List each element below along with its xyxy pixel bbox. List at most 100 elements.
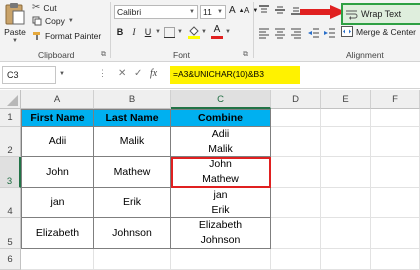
shrink-font-button[interactable]: A ▼ — [244, 6, 258, 15]
column-header-d[interactable]: D — [271, 90, 321, 109]
font-size-value: 11 — [203, 7, 212, 17]
paste-label: Paste — [4, 27, 26, 37]
row-header-5[interactable]: 5 — [0, 218, 21, 249]
dialog-launcher-icon[interactable]: ⧉ — [243, 51, 248, 59]
formula-input[interactable]: =A3&UNICHAR(10)&B3 — [170, 66, 300, 84]
empty-cell[interactable] — [321, 109, 371, 127]
table-cell[interactable]: Adii Malik — [171, 127, 271, 157]
row-number: 5 — [7, 237, 13, 248]
empty-cell[interactable] — [271, 127, 321, 157]
clipboard-group-label: Clipboard — [38, 50, 75, 60]
row-header-4[interactable]: 4 — [0, 188, 21, 218]
column-header-b[interactable]: B — [94, 90, 171, 109]
table-cell[interactable]: jan Erik — [171, 188, 271, 218]
column-header-e[interactable]: E — [321, 90, 371, 109]
cut-button[interactable]: ✂ Cut — [32, 2, 57, 13]
cut-label: Cut — [43, 2, 57, 13]
empty-cell[interactable] — [171, 249, 271, 270]
align-top-icon[interactable] — [258, 4, 270, 16]
chevron-down-icon[interactable]: ▼ — [155, 29, 161, 35]
column-header-a[interactable]: A — [21, 90, 94, 109]
empty-cell[interactable] — [94, 249, 171, 270]
merge-cells-icon — [341, 26, 353, 37]
chevron-down-icon[interactable]: ▼ — [201, 29, 207, 35]
empty-cell[interactable] — [371, 218, 420, 249]
cancel-button[interactable]: ✕ — [118, 68, 126, 79]
empty-cell[interactable] — [271, 188, 321, 218]
font-color-icon[interactable]: A — [211, 24, 223, 39]
underline-button[interactable]: U — [142, 26, 154, 39]
active-cell[interactable]: John Mathew — [171, 157, 271, 188]
empty-cell[interactable] — [21, 249, 94, 270]
empty-cell[interactable] — [371, 249, 420, 270]
empty-cell[interactable] — [371, 188, 420, 218]
table-cell[interactable]: Malik — [94, 127, 171, 157]
select-all-button[interactable] — [0, 90, 21, 109]
empty-cell[interactable] — [321, 218, 371, 249]
empty-cell[interactable] — [271, 218, 321, 249]
table-cell[interactable]: Adii — [21, 127, 94, 157]
row-header-1[interactable]: 1 — [0, 109, 21, 127]
wrap-text-button[interactable]: Wrap Text — [341, 3, 420, 25]
empty-cell[interactable] — [371, 157, 420, 188]
align-center-icon[interactable] — [274, 27, 286, 39]
table-cell[interactable]: jan — [21, 188, 94, 218]
align-middle-icon[interactable] — [274, 4, 286, 16]
name-box[interactable]: C3 — [2, 66, 56, 84]
row-header-3[interactable]: 3 — [0, 157, 21, 188]
increase-indent-icon[interactable] — [324, 27, 336, 39]
table-header-cell[interactable]: First Name — [21, 109, 94, 127]
table-cell[interactable]: John — [21, 157, 94, 188]
table-cell[interactable]: Johnson — [94, 218, 171, 249]
dialog-launcher-icon[interactable]: ⧉ — [101, 51, 106, 59]
merge-center-button[interactable]: Merge & Center ▼ — [341, 26, 420, 37]
font-name-dropdown[interactable]: Calibri ▼ — [114, 5, 198, 19]
chevron-down-icon: ▼ — [217, 9, 223, 15]
borders-icon[interactable] — [164, 27, 175, 38]
empty-cell[interactable] — [321, 127, 371, 157]
table-cell[interactable]: Erik — [94, 188, 171, 218]
copy-icon — [32, 16, 42, 26]
grow-font-label: A — [229, 5, 236, 16]
italic-button[interactable]: I — [128, 26, 140, 39]
empty-cell[interactable] — [321, 249, 371, 270]
empty-cell[interactable] — [371, 109, 420, 127]
insert-function-button[interactable]: fx — [150, 68, 157, 79]
font-group-label: Font — [173, 50, 191, 60]
chevron-down-icon[interactable]: ▼ — [68, 18, 74, 24]
column-header-c[interactable]: C — [171, 90, 271, 109]
align-left-icon[interactable] — [258, 27, 270, 39]
empty-cell[interactable] — [321, 157, 371, 188]
align-right-icon[interactable] — [290, 27, 302, 39]
empty-cell[interactable] — [271, 109, 321, 127]
enter-button[interactable]: ✓ — [134, 68, 142, 79]
table-cell[interactable]: Elizabeth — [21, 218, 94, 249]
paste-button[interactable]: Paste ▼ — [4, 2, 26, 44]
column-header-f[interactable]: F — [371, 90, 420, 109]
fill-color-icon[interactable] — [188, 25, 200, 39]
table-header-cell[interactable]: Last Name — [94, 109, 171, 127]
ribbon: Paste ▼ ✂ Cut Copy ▼ Format Painter Clip… — [0, 0, 420, 62]
empty-cell[interactable] — [321, 188, 371, 218]
empty-cell[interactable] — [271, 157, 321, 188]
row-number: 6 — [7, 254, 13, 265]
empty-cell[interactable] — [371, 127, 420, 157]
row-header-6[interactable]: 6 — [0, 249, 21, 270]
decrease-indent-icon[interactable] — [308, 27, 320, 39]
merge-center-label: Merge & Center — [356, 26, 416, 37]
wrap-text-label: Wrap Text — [361, 9, 402, 19]
grow-font-button[interactable]: A ▲ — [229, 5, 245, 16]
chevron-down-icon[interactable]: ▼ — [225, 29, 231, 35]
row-header-2[interactable]: 2 — [0, 127, 21, 157]
table-cell[interactable]: Elizabeth Johnson — [171, 218, 271, 249]
table-header-cell[interactable]: Combine — [171, 109, 271, 127]
copy-button[interactable]: Copy ▼ — [32, 16, 74, 26]
chevron-down-icon[interactable]: ▼ — [177, 29, 183, 35]
empty-cell[interactable] — [271, 249, 321, 270]
format-painter-button[interactable]: Format Painter — [32, 31, 101, 41]
table-cell[interactable]: Mathew — [94, 157, 171, 188]
chevron-down-icon[interactable]: ▼ — [59, 71, 65, 77]
bold-button[interactable]: B — [114, 26, 126, 39]
chevron-down-icon[interactable]: ▼ — [12, 38, 18, 44]
font-size-dropdown[interactable]: 11 ▼ — [200, 5, 226, 19]
